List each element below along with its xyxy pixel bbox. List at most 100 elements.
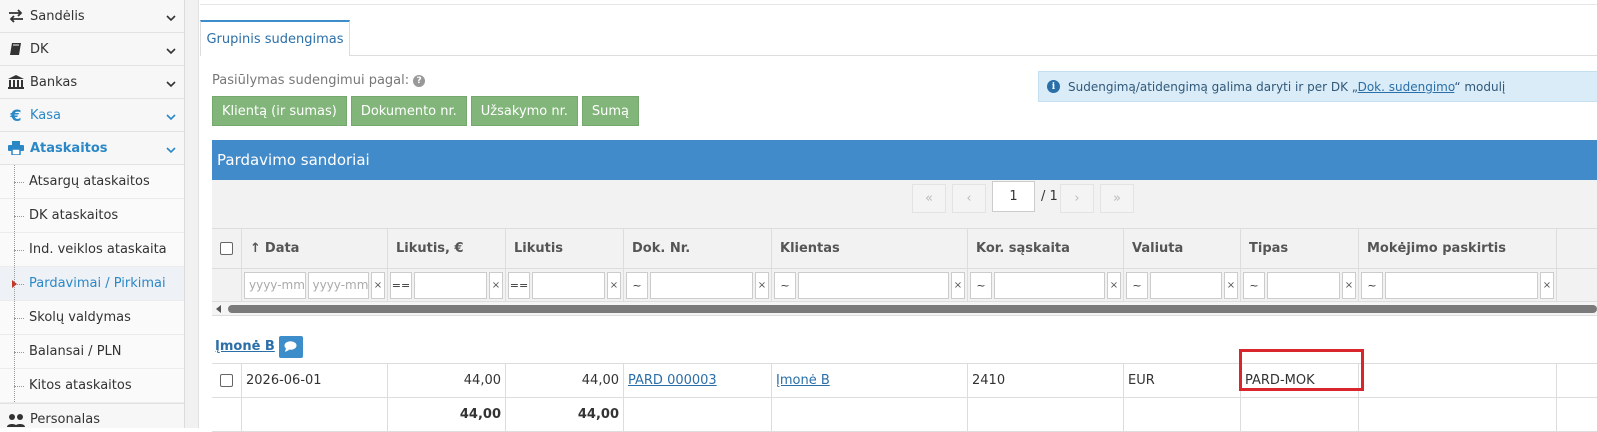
operator-select[interactable]: ~ (1361, 271, 1383, 299)
last-page-button[interactable]: » (1100, 184, 1134, 213)
sidebar-item-personalas[interactable]: Personalas (0, 403, 184, 428)
col-header-client[interactable]: Klientas (772, 229, 968, 268)
totals-empty (1557, 398, 1597, 431)
sidebar-subitem-kitos[interactable]: Kitos ataskaitos (0, 369, 184, 403)
clear-filter-button[interactable]: × (1224, 271, 1238, 299)
sidebar-subitem-label: Skolų valdymas (29, 310, 131, 325)
document-number-button[interactable]: Dokumento nr. (350, 96, 467, 126)
col-header-type[interactable]: Tipas (1241, 229, 1359, 268)
col-header-label: Valiuta (1132, 241, 1184, 256)
sidebar-item-bankas[interactable]: Bankas (0, 66, 184, 99)
col-header-currency[interactable]: Valiuta (1124, 229, 1241, 268)
horizontal-scrollbar[interactable] (212, 302, 1597, 316)
col-header-label: Klientas (780, 241, 840, 256)
sidebar-item-label: Ataskaitos (30, 140, 108, 156)
col-header-balance[interactable]: Likutis (506, 229, 624, 268)
totals-empty (1241, 398, 1359, 431)
clear-filter-button[interactable]: × (1342, 271, 1356, 299)
prev-page-button[interactable]: ‹ (952, 184, 986, 213)
totals-empty (1359, 398, 1557, 431)
purpose-filter[interactable] (1385, 271, 1538, 299)
page-number-input[interactable]: 1 (992, 181, 1035, 212)
clear-filter-button[interactable]: × (755, 271, 769, 299)
client-filter[interactable] (798, 271, 949, 299)
next-page-button[interactable]: › (1060, 184, 1094, 213)
date-to-filter[interactable]: yyyy-mm (307, 271, 369, 299)
currency-filter[interactable] (1150, 271, 1222, 299)
sidebar-subitem-pardavimai[interactable]: Pardavimai / Pirkimai (0, 267, 184, 301)
totals-empty (242, 398, 388, 431)
clear-filter-button[interactable]: × (1540, 271, 1554, 299)
info-alert: i Sudengimą/atidengimą galima daryti ir … (1038, 71, 1597, 102)
sidebar-subitem-atsargu[interactable]: Atsargų ataskaitos (0, 165, 184, 199)
clear-filter-button[interactable]: × (371, 271, 385, 299)
date-from-filter[interactable]: yyyy-mm (244, 271, 306, 299)
filter-cell-extra (1557, 269, 1597, 301)
sidebar-subitem-ind-veiklos[interactable]: Ind. veiklos ataskaita (0, 233, 184, 267)
total-balance-eur: 44,00 (388, 398, 506, 431)
dok-sudengimo-link[interactable]: Dok. sudengimo (1358, 80, 1455, 94)
order-number-button[interactable]: Užsakymo nr. (470, 96, 578, 126)
printer-icon (6, 141, 26, 155)
pager: « ‹ 1 / 1 › » (212, 180, 1597, 228)
totals-empty (624, 398, 772, 431)
cell-extra (1557, 364, 1597, 397)
operator-select[interactable]: ~ (1243, 271, 1265, 299)
filter-cell-empty (212, 269, 242, 301)
type-filter[interactable] (1267, 271, 1340, 299)
sidebar-subitem-skolu[interactable]: Skolų valdymas (0, 301, 184, 335)
client-and-sums-button[interactable]: Klientą (ir sumas) (212, 96, 347, 126)
clear-filter-button[interactable]: × (1107, 271, 1121, 299)
operator-select[interactable]: ~ (626, 271, 648, 299)
comment-icon[interactable] (278, 335, 303, 358)
operator-select[interactable]: ~ (774, 271, 796, 299)
sidebar-item-dk[interactable]: DK (0, 33, 184, 66)
filter-cell-doc-no: ~ × (624, 269, 772, 301)
sidebar-item-kasa[interactable]: € Kasa (0, 99, 184, 132)
operator-select[interactable]: == (390, 271, 412, 299)
sidebar-item-label: DK (30, 41, 49, 57)
col-header-doc-no[interactable]: Dok. Nr. (624, 229, 772, 268)
tab-grupinis-sudengimas[interactable]: Grupinis sudengimas (200, 20, 350, 56)
doc-no-link[interactable]: PARD 000003 (628, 373, 717, 388)
filter-cell-account: ~ × (968, 269, 1124, 301)
sidebar-item-ataskaitos[interactable]: Ataskaitos (0, 132, 184, 165)
panel-title-text: Pardavimo sandoriai (217, 151, 370, 169)
client-link[interactable]: Įmonė B (776, 373, 830, 388)
col-header-date[interactable]: ↑ Data (242, 229, 388, 268)
col-header-purpose[interactable]: Mokėjimo paskirtis (1359, 229, 1557, 268)
col-header-label: Tipas (1249, 241, 1289, 256)
balance-eur-filter[interactable] (414, 271, 487, 299)
operator-select[interactable]: ~ (1126, 271, 1148, 299)
col-header-account[interactable]: Kor. sąskaita (968, 229, 1124, 268)
select-all-checkbox[interactable] (220, 242, 233, 255)
clear-filter-button[interactable]: × (951, 271, 965, 299)
operator-select[interactable]: == (508, 271, 530, 299)
total-balance: 44,00 (506, 398, 624, 431)
filter-cell-balance-eur: == × (388, 269, 506, 301)
scrollbar-thumb[interactable] (228, 305, 1597, 313)
sidebar-subitem-dk-ataskaitos[interactable]: DK ataskaitos (0, 199, 184, 233)
sidebar-item-sandelis[interactable]: Sandėlis (0, 0, 184, 33)
sidebar-subitem-balansai[interactable]: Balansai / PLN (0, 335, 184, 369)
users-icon (6, 413, 26, 427)
col-header-label: Likutis (514, 241, 564, 256)
sum-button[interactable]: Sumą (581, 96, 640, 126)
col-header-balance-eur[interactable]: Likutis, € (388, 229, 506, 268)
doc-no-filter[interactable] (650, 271, 753, 299)
tab-underline (350, 55, 1597, 56)
col-header-label: Kor. sąskaita (976, 241, 1070, 256)
balance-filter[interactable] (532, 271, 605, 299)
clear-filter-button[interactable]: × (607, 271, 621, 299)
clear-filter-button[interactable]: × (489, 271, 503, 299)
cell-balance: 44,00 (506, 364, 624, 397)
operator-select[interactable]: ~ (970, 271, 992, 299)
row-checkbox[interactable] (220, 374, 233, 387)
group-client-link[interactable]: Įmonė B (215, 339, 275, 354)
first-page-button[interactable]: « (912, 184, 946, 213)
scroll-left-icon[interactable] (216, 305, 221, 313)
sidebar-subitem-label: Pardavimai / Pirkimai (29, 276, 166, 291)
account-filter[interactable] (994, 271, 1105, 299)
chevron-down-icon (166, 110, 176, 125)
question-icon[interactable]: ? (413, 74, 426, 87)
